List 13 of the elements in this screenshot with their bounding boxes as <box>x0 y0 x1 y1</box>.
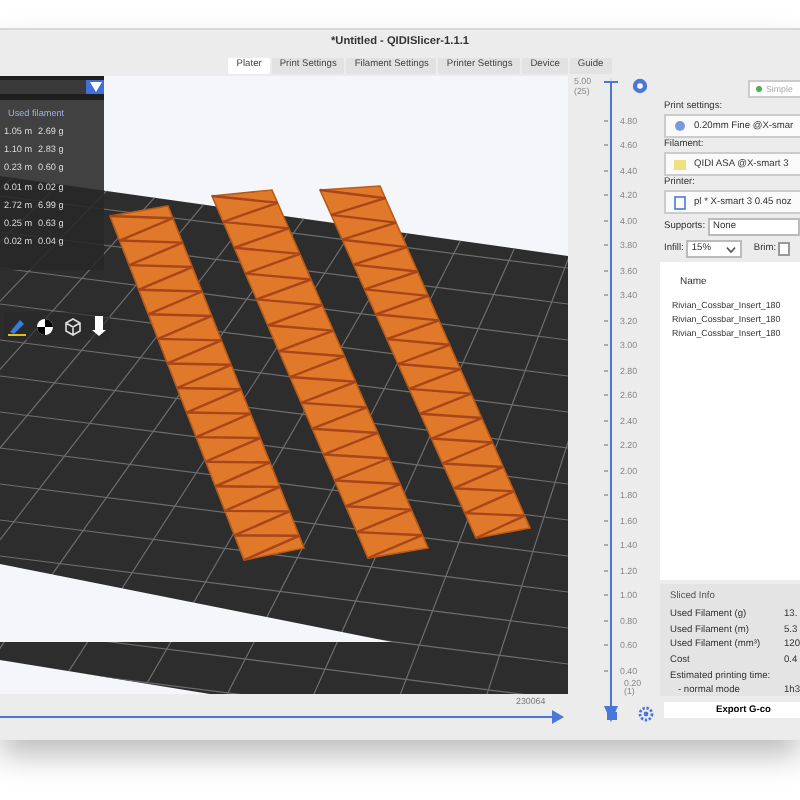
brim-checkbox[interactable] <box>778 242 791 256</box>
lattice-part[interactable] <box>318 185 532 540</box>
slider-thumb-icon[interactable] <box>632 78 648 94</box>
filament-swatch-icon <box>674 159 686 169</box>
support-icon[interactable] <box>92 316 106 336</box>
settings-icon[interactable] <box>638 705 654 722</box>
cube-icon[interactable] <box>64 317 82 335</box>
paint-brush-icon[interactable] <box>8 317 26 335</box>
caret-icon <box>89 82 101 92</box>
chevron-icon <box>725 245 736 253</box>
seam-circle-icon[interactable] <box>36 317 54 335</box>
view-dropdown[interactable] <box>0 80 104 94</box>
printer-icon <box>674 195 686 209</box>
